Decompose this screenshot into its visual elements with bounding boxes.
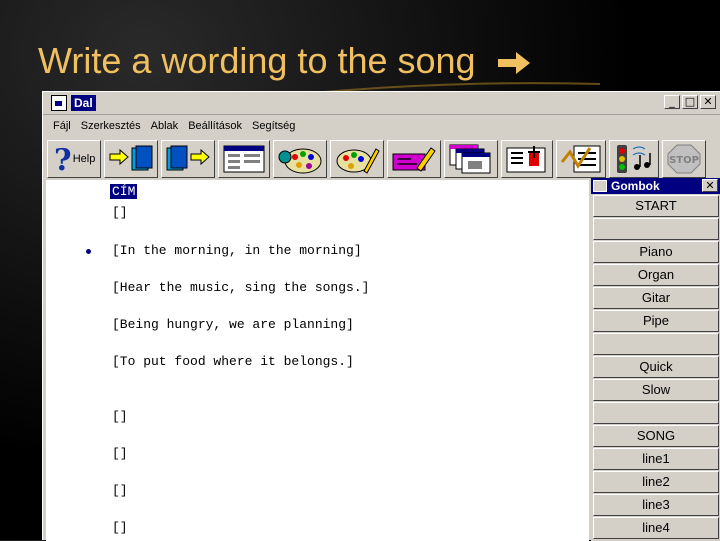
piano-button[interactable]: Piano [593,241,719,263]
svg-text:STOP: STOP [669,155,699,166]
lyric-line[interactable]: [Hear the music, sing the songs.] [112,280,369,295]
palette-edit-button[interactable] [330,140,384,178]
menu-bar: Fájl Szerkesztés Ablak Beállítások Segít… [43,115,720,137]
minimize-button[interactable]: _ [664,95,680,109]
traffic-light-notes-icon [617,145,651,173]
document-button[interactable] [501,140,553,178]
help-button[interactable]: ? Help [47,140,101,178]
line1-button[interactable]: line1 [593,448,719,470]
window-titlebar[interactable]: Dal _ □ ✕ [43,92,720,115]
stop-button[interactable]: STOP [662,140,706,178]
help-label: Help [72,153,96,165]
form-window-icon [223,145,265,173]
lyric-line[interactable]: [] [112,520,128,535]
lyrics-editor[interactable]: CÍM [] [In the morning, in the morning] … [46,180,589,541]
toolbar: ? Help STOP [43,137,720,181]
palette-close-button[interactable]: ✕ [702,179,718,192]
palette-title: Gombok [611,179,660,193]
gombok-palette: Gombok ✕ START Piano Organ Gitar Pipe Qu… [591,178,720,541]
organ-button[interactable]: Organ [593,264,719,286]
line2-button[interactable]: line2 [593,471,719,493]
menu-settings[interactable]: Beállítások [188,120,242,132]
pipe-button[interactable]: Pipe [593,310,719,332]
lyric-line[interactable]: [] [112,409,128,424]
palette-button[interactable] [273,140,327,178]
lyric-line[interactable]: [] [112,483,128,498]
lyric-line[interactable]: [Being hungry, we are planning] [112,317,354,332]
line4-button[interactable]: line4 [593,517,719,539]
stacked-windows-icon [449,144,491,174]
import-button[interactable] [104,140,158,178]
blank-button[interactable] [593,218,719,240]
slow-button[interactable]: Slow [593,379,719,401]
window-app-icon [51,95,67,111]
gitar-button[interactable]: Gitar [593,287,719,309]
blank-button[interactable] [593,333,719,355]
menu-edit[interactable]: Szerkesztés [81,120,141,132]
arrow-right-icon [497,52,530,75]
checklist-button[interactable] [556,140,606,178]
menu-help[interactable]: Segítség [252,120,295,132]
magenta-pencil-icon [392,147,436,172]
slide-title: Write a wording to the song [38,40,532,82]
palette-titlebar[interactable]: Gombok ✕ [591,178,720,194]
document-tools-icon [506,146,546,173]
lyric-line[interactable]: [In the morning, in the morning] [112,243,362,258]
checklist-icon [560,145,601,173]
question-mark-icon: ? [54,144,71,174]
paint-palette-icon [278,148,322,174]
dal-window: Dal _ □ ✕ Fájl Szerkesztés Ablak Beállít… [42,91,720,541]
slide-title-text: Write a wording to the song [38,40,476,81]
form-view-button[interactable] [218,140,270,178]
lyric-line[interactable]: [To put food where it belongs.] [112,354,354,369]
lyric-line[interactable]: [] [112,446,128,461]
quick-button[interactable]: Quick [593,356,719,378]
current-line-bullet [86,249,91,254]
menu-window[interactable]: Ablak [151,120,179,132]
palette-window-icon [593,180,607,192]
close-button[interactable]: ✕ [700,95,716,109]
stop-sign-icon: STOP [667,144,701,174]
document-arrow-out-icon [166,145,210,171]
line3-button[interactable]: line3 [593,494,719,516]
song-button[interactable]: SONG [593,425,719,447]
music-settings-button[interactable] [609,140,659,178]
start-button[interactable]: START [593,195,719,217]
export-button[interactable] [161,140,215,178]
palette-pencil-icon [336,148,380,174]
menu-file[interactable]: Fájl [53,120,71,132]
maximize-button[interactable]: □ [682,95,698,109]
arrow-into-document-icon [109,145,153,171]
blank-button[interactable] [593,402,719,424]
window-title: Dal [71,95,96,111]
text-edit-button[interactable] [387,140,441,178]
lyric-line[interactable]: [] [112,205,128,220]
title-line[interactable]: CÍM [110,184,138,199]
svg-text:?: ? [54,144,71,174]
windows-button[interactable] [444,140,498,178]
